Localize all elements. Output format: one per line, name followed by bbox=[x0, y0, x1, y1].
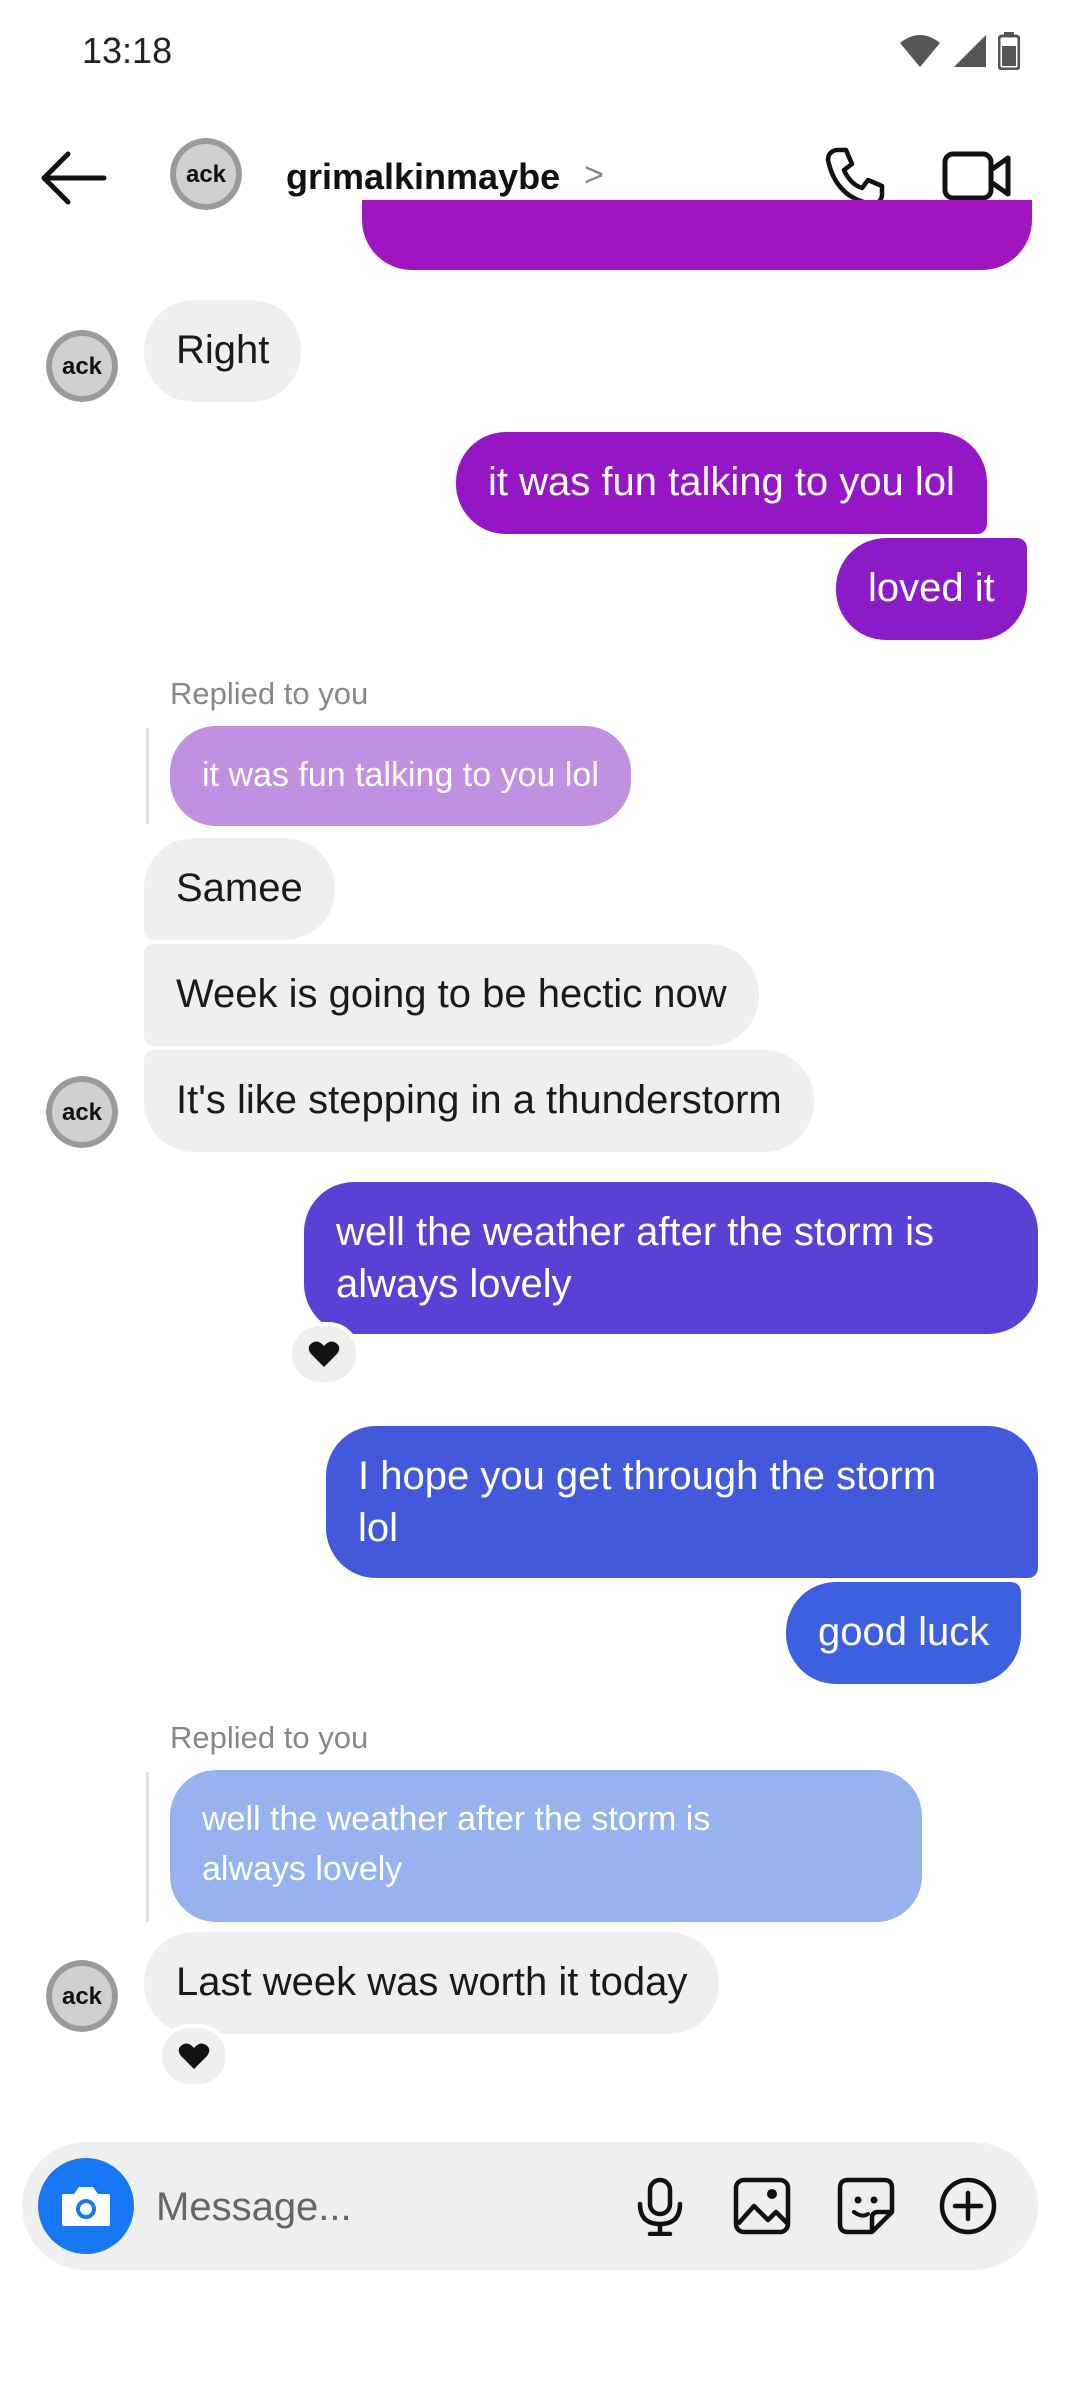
quoted-message[interactable]: it was fun talking to you lol bbox=[170, 726, 631, 826]
incoming-message[interactable]: It's like stepping in a thunderstorm bbox=[144, 1050, 814, 1152]
microphone-icon[interactable] bbox=[630, 2176, 690, 2236]
heart-icon bbox=[308, 1341, 340, 1367]
camera-button[interactable] bbox=[38, 2158, 134, 2254]
quote-line: always lovely bbox=[202, 1850, 403, 1888]
heart-icon bbox=[178, 2043, 210, 2069]
reply-label: Replied to you bbox=[170, 676, 369, 711]
wifi-icon bbox=[900, 35, 940, 67]
phone-icon[interactable] bbox=[822, 144, 886, 208]
outgoing-message[interactable]: good luck bbox=[786, 1582, 1022, 1684]
incoming-message[interactable]: Last week was worth it today bbox=[144, 1932, 720, 2034]
image-icon[interactable] bbox=[732, 2176, 792, 2236]
status-icons bbox=[898, 32, 1020, 70]
outgoing-message[interactable]: well the weather after the storm is alwa… bbox=[304, 1182, 1038, 1334]
reaction-badge[interactable] bbox=[158, 2024, 230, 2088]
back-arrow-icon[interactable] bbox=[38, 150, 108, 206]
camera-icon bbox=[62, 2187, 110, 2226]
status-time: 13:18 bbox=[82, 30, 173, 71]
previous-message-bubble bbox=[362, 200, 1032, 270]
sender-avatar: ack bbox=[46, 1960, 118, 2032]
quote-line: well the weather after the storm is bbox=[202, 1800, 711, 1838]
incoming-message[interactable]: Samee bbox=[144, 838, 335, 940]
reaction-badge[interactable] bbox=[288, 1322, 360, 1386]
outgoing-message[interactable]: it was fun talking to you lol bbox=[456, 432, 987, 534]
contact-name[interactable]: grimalkinmaybe bbox=[286, 156, 560, 198]
reply-bar bbox=[146, 728, 149, 824]
svg-text:ack: ack bbox=[62, 353, 103, 380]
svg-text:ack: ack bbox=[62, 1983, 103, 2010]
header-avatar[interactable]: ack bbox=[170, 138, 242, 210]
message-line: I hope you get through the storm bbox=[358, 1454, 937, 1498]
message-line: lol bbox=[358, 1506, 399, 1550]
message-line: well the weather after the storm is bbox=[336, 1210, 935, 1254]
outgoing-message[interactable]: I hope you get through the storm lol bbox=[326, 1426, 1038, 1578]
outgoing-message[interactable]: loved it bbox=[836, 538, 1027, 640]
reply-bar bbox=[146, 1772, 149, 1922]
message-line: always lovely bbox=[336, 1262, 572, 1306]
svg-text:ack: ack bbox=[186, 161, 227, 188]
sender-avatar: ack bbox=[46, 1076, 118, 1148]
incoming-message[interactable]: Week is going to be hectic now bbox=[144, 944, 759, 1046]
svg-text:ack: ack bbox=[62, 1099, 103, 1126]
chevron-right-icon[interactable]: > bbox=[584, 156, 604, 195]
reply-label: Replied to you bbox=[170, 1720, 369, 1755]
plus-circle-icon[interactable] bbox=[938, 2176, 998, 2236]
message-input[interactable] bbox=[154, 2176, 598, 2238]
battery-icon bbox=[998, 32, 1020, 70]
quoted-message[interactable]: well the weather after the storm is alwa… bbox=[170, 1770, 922, 1922]
video-camera-icon[interactable] bbox=[942, 148, 1012, 204]
incoming-message[interactable]: Right bbox=[144, 300, 302, 402]
sticker-icon[interactable] bbox=[836, 2176, 896, 2236]
signal-icon bbox=[954, 35, 986, 67]
sender-avatar: ack bbox=[46, 330, 118, 402]
